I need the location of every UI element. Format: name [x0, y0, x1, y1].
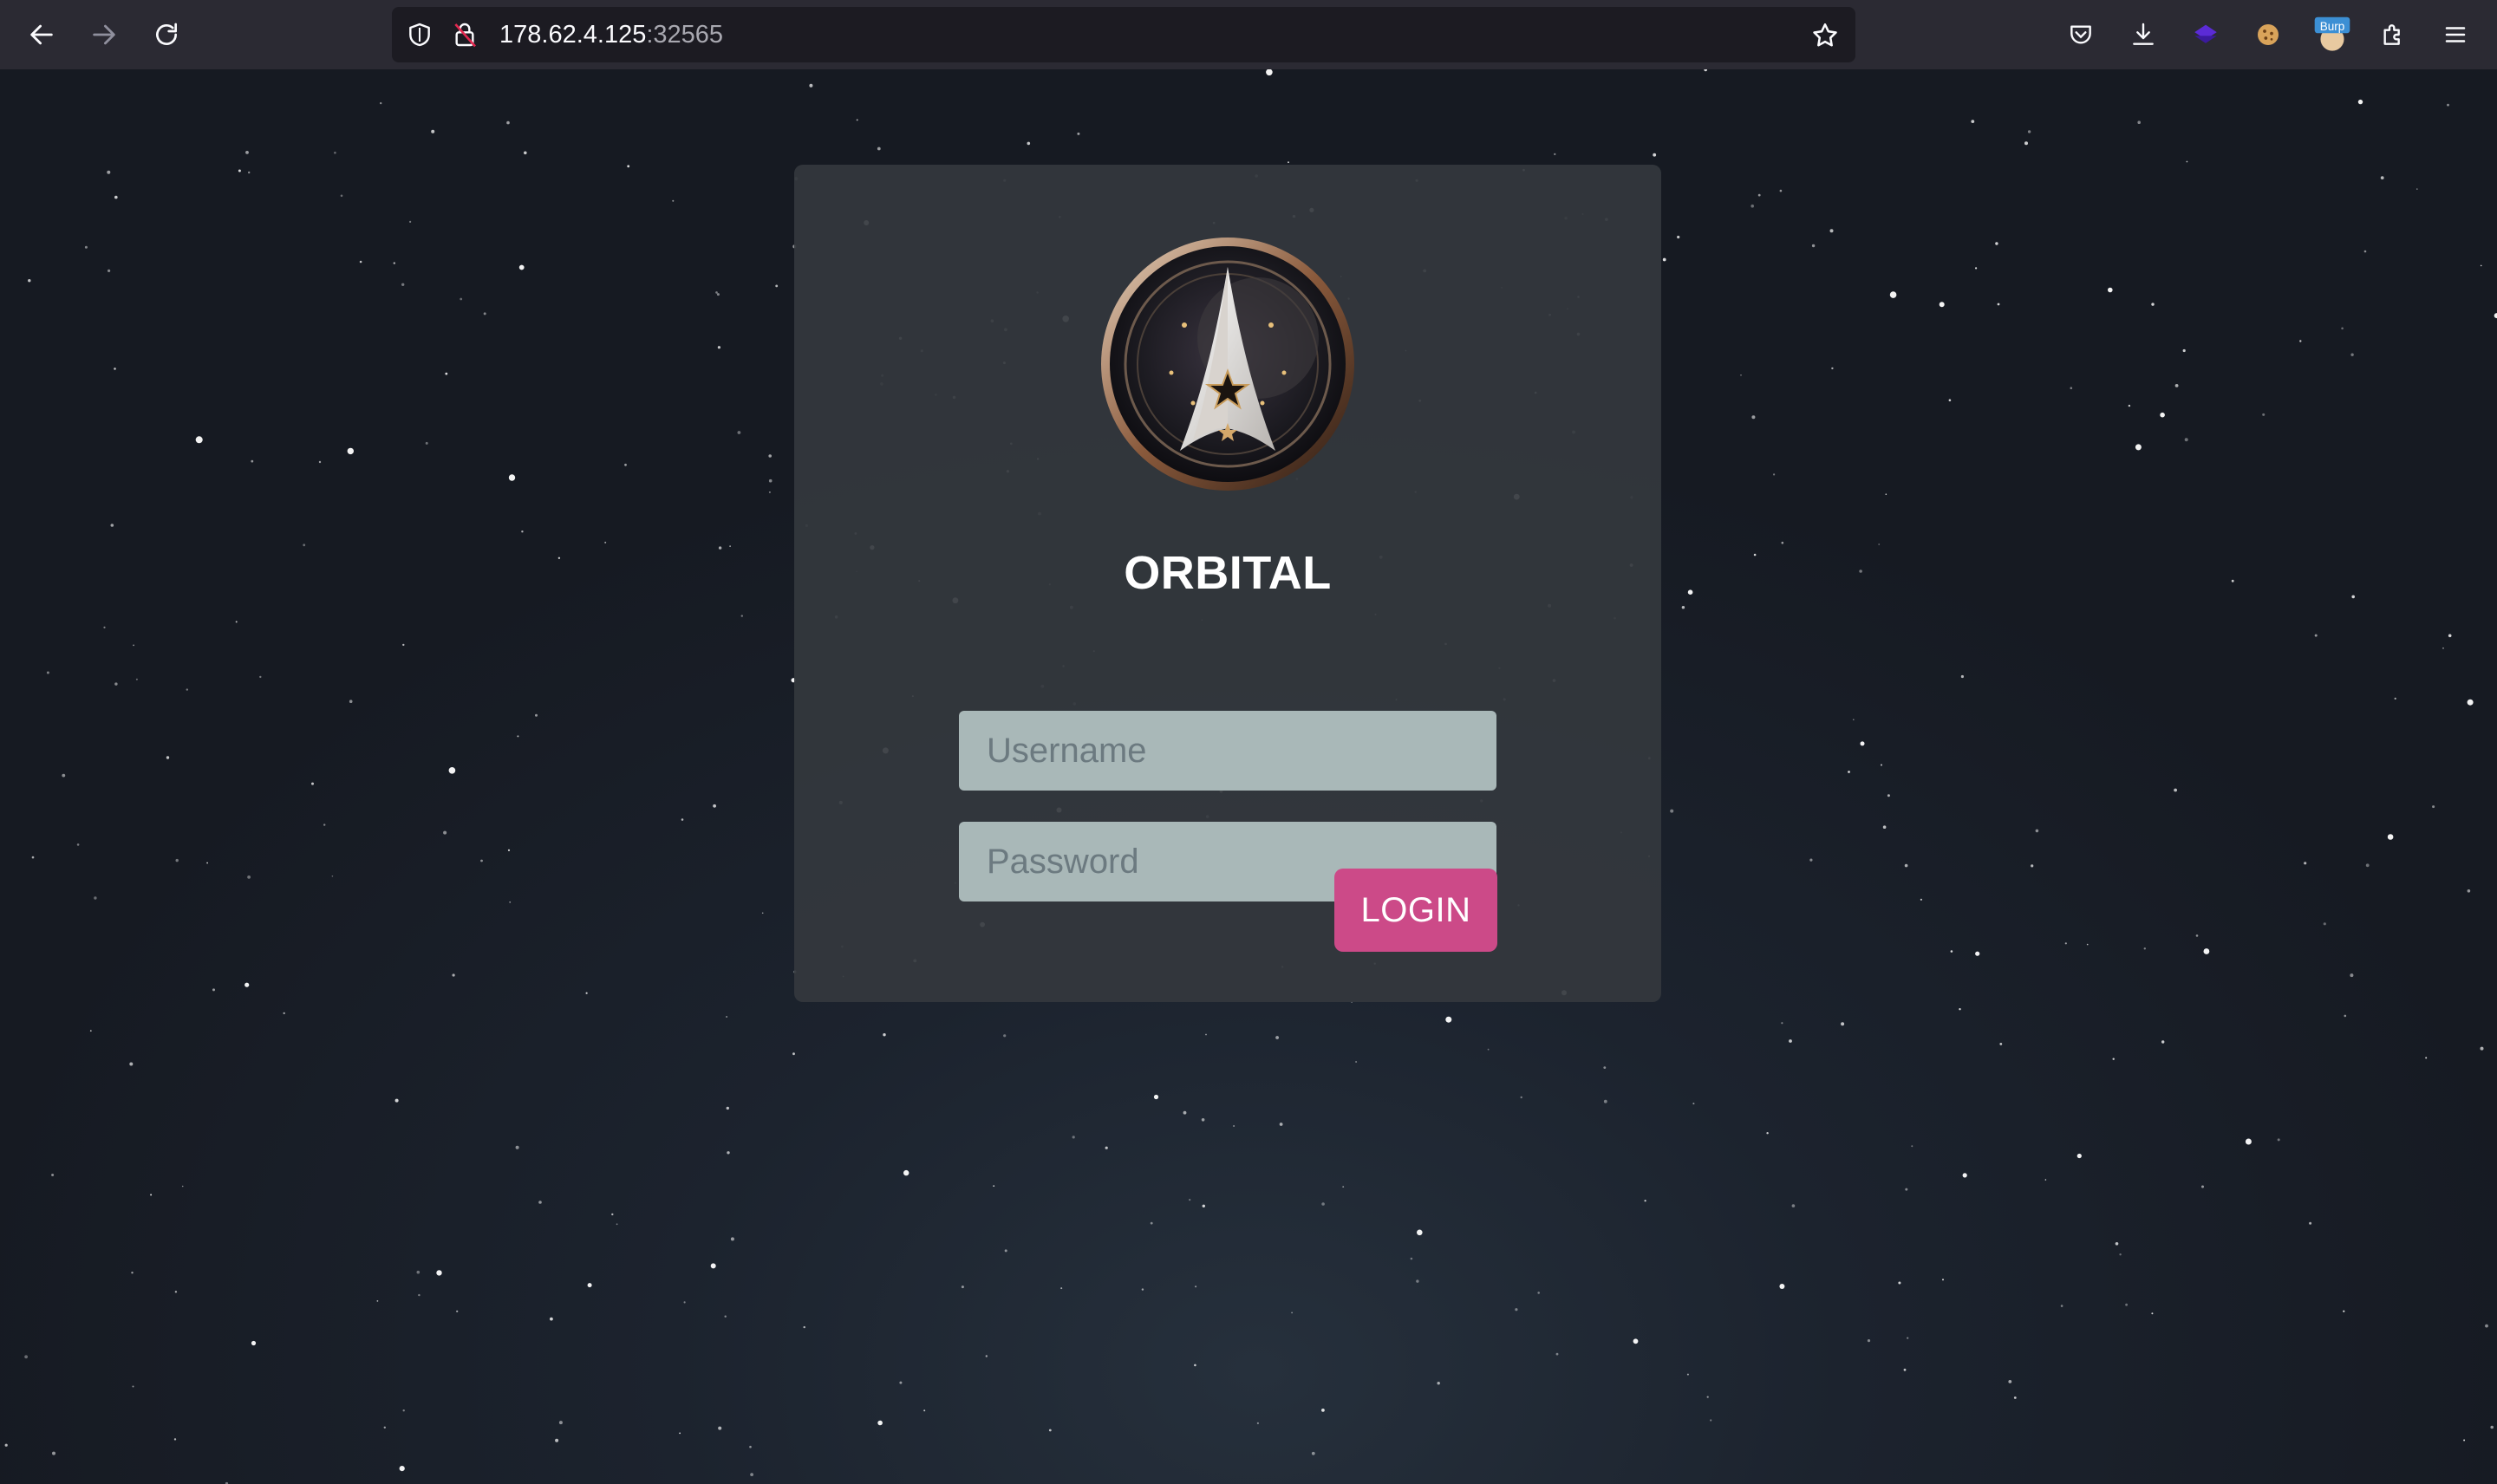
browser-toolbar: 178.62.4.125:32565 Burp [0, 0, 2497, 69]
page-background: ORBITAL LOGIN [0, 69, 2497, 1484]
insecure-lock-icon[interactable] [451, 21, 479, 49]
back-arrow-icon[interactable] [24, 17, 59, 52]
extension-purple-icon[interactable] [2188, 17, 2223, 52]
pocket-icon[interactable] [2063, 17, 2098, 52]
orbital-emblem-logo [1101, 238, 1354, 491]
download-icon[interactable] [2126, 17, 2161, 52]
page-title: ORBITAL [1124, 547, 1332, 599]
username-input[interactable] [959, 711, 1496, 791]
url-bar[interactable]: 178.62.4.125:32565 [392, 7, 1855, 62]
url-port: :32565 [646, 21, 724, 49]
bookmark-star-icon[interactable] [1810, 21, 1838, 49]
login-card: ORBITAL LOGIN [794, 165, 1661, 1002]
url-host: 178.62.4.125 [499, 21, 647, 49]
reload-icon[interactable] [149, 17, 184, 52]
burp-badge-text: Burp [2320, 20, 2345, 33]
cookie-icon[interactable] [2251, 17, 2285, 52]
extensions-puzzle-icon[interactable] [2376, 17, 2410, 52]
forward-arrow-icon[interactable] [87, 17, 121, 52]
login-button[interactable]: LOGIN [1334, 869, 1497, 952]
url-text: 178.62.4.125:32565 [499, 7, 723, 62]
menu-hamburger-icon[interactable] [2438, 17, 2473, 52]
burp-extension-icon[interactable]: Burp [2313, 16, 2351, 52]
shield-icon[interactable] [406, 21, 434, 49]
